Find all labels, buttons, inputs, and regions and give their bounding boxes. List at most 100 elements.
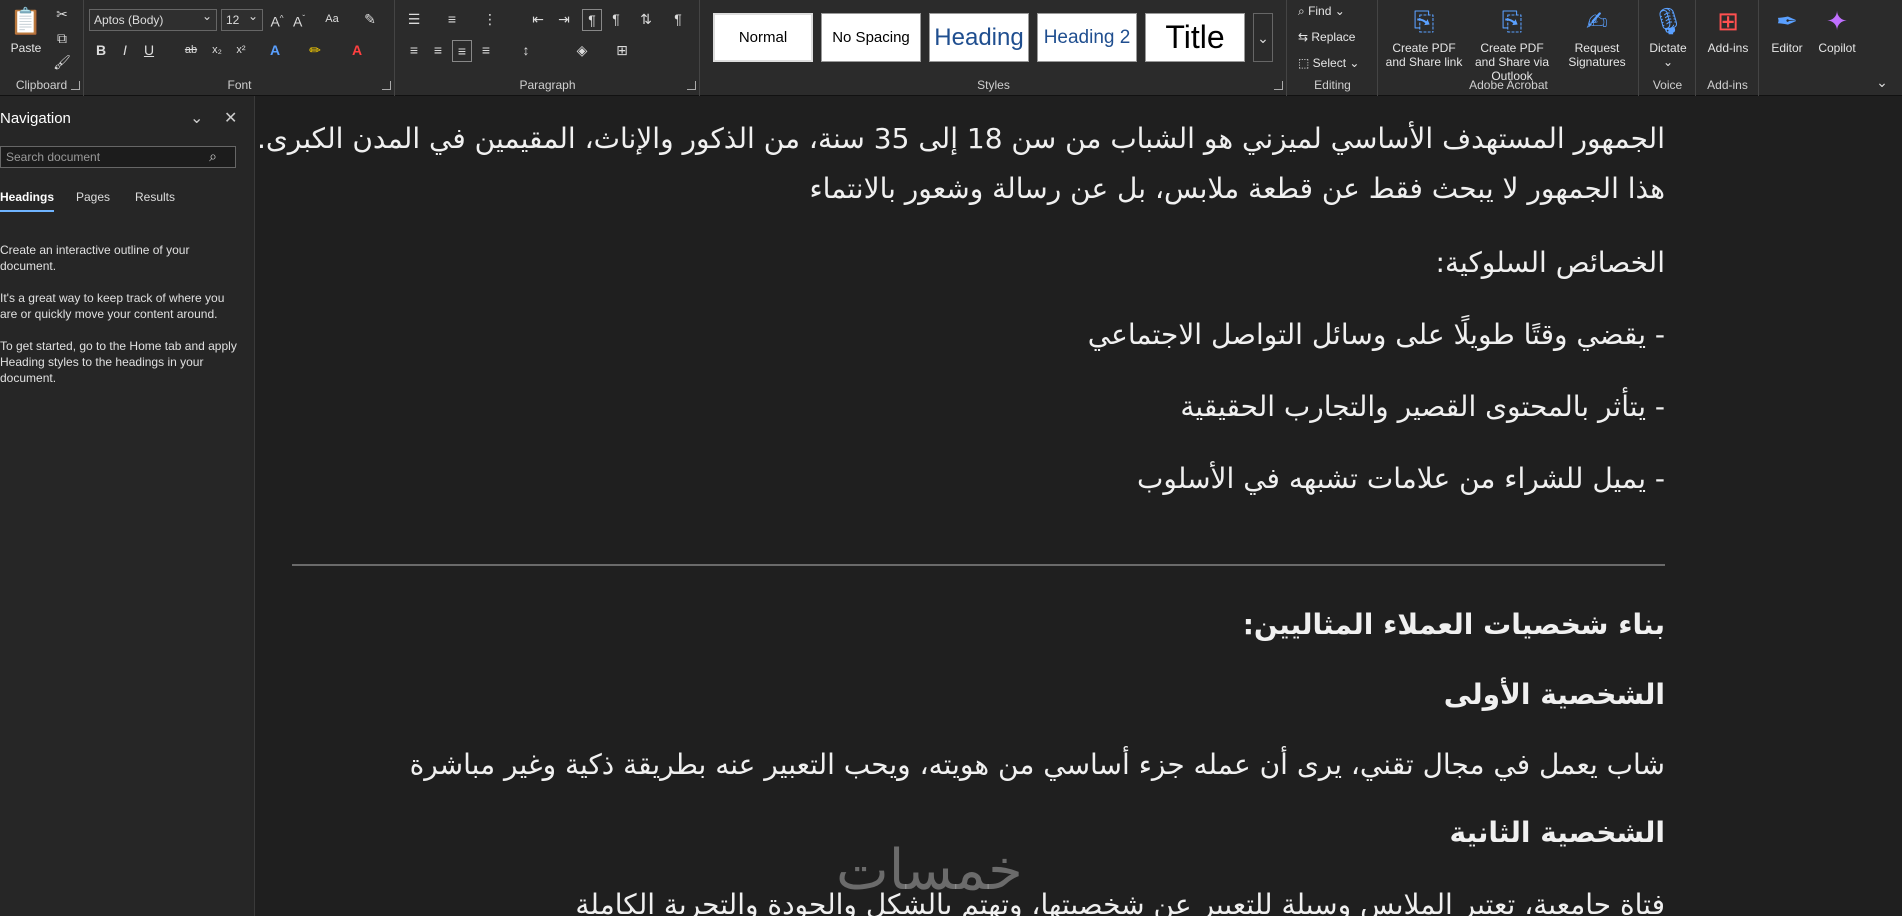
style-heading[interactable]: Heading bbox=[929, 13, 1029, 62]
paragraph-group: ☰ ≡ ⋮ ⇤ ⇥ ¶ ¶ ⇅ ¶ ≡ ≡ ≡ ≡ ↕ ◈ ⊞ Paragrap… bbox=[396, 0, 700, 96]
horizontal-rule bbox=[292, 564, 1665, 566]
body-paragraph: شاب يعمل في مجال تقني، يرى أن عمله جزء أ… bbox=[409, 748, 1665, 781]
body-paragraph: الجمهور المستهدف الأساسي لميزني هو الشبا… bbox=[256, 122, 1665, 155]
ltr-direction-icon[interactable]: ¶ bbox=[582, 9, 602, 31]
align-right-icon[interactable]: ≡ bbox=[452, 40, 472, 62]
shrink-font-icon[interactable]: Aˇ bbox=[289, 9, 309, 31]
font-launcher-icon[interactable] bbox=[382, 81, 391, 90]
find-icon: ⌕ bbox=[1298, 4, 1309, 18]
select-button[interactable]: ⬚ Select ⌄ bbox=[1298, 56, 1359, 70]
pdf-outlook-icon: ⎘ bbox=[1501, 6, 1523, 36]
ribbon-collapse-icon[interactable]: ⌄ bbox=[1872, 72, 1892, 94]
clipboard-launcher-icon[interactable] bbox=[71, 81, 80, 90]
numbering-icon[interactable]: ≡ bbox=[442, 9, 462, 31]
heading: الشخصية الثانية bbox=[1449, 816, 1665, 849]
change-case-button[interactable]: Aa bbox=[317, 9, 347, 31]
bullet-item: - يميل للشراء من علامات تشبهه في الأسلوب bbox=[1137, 462, 1665, 495]
decrease-indent-icon[interactable]: ⇤ bbox=[528, 9, 548, 31]
chevron-down-icon[interactable]: ⌄ bbox=[190, 108, 203, 128]
find-button[interactable]: ⌕ Find ⌄ bbox=[1298, 4, 1345, 19]
navigation-pane: Navigation ⌄ ✕ Search document ⌕ Heading… bbox=[0, 96, 255, 916]
tab-results[interactable]: Results bbox=[135, 190, 175, 204]
acrobat-group: ⎘ Create PDF and Share link ⎘ Create PDF a… bbox=[1379, 0, 1639, 96]
bullets-icon[interactable]: ☰ bbox=[404, 9, 424, 31]
format-painter-icon[interactable]: 🖌 bbox=[52, 52, 72, 74]
request-signatures-button[interactable]: ✍ Request Signatures bbox=[1559, 4, 1635, 69]
copilot-button[interactable]: ✦ Copilot bbox=[1812, 4, 1862, 55]
search-placeholder: Search document bbox=[6, 150, 101, 164]
styles-launcher-icon[interactable] bbox=[1274, 81, 1283, 90]
align-center-icon[interactable]: ≡ bbox=[428, 40, 448, 62]
cut-icon[interactable]: ✂ bbox=[52, 4, 72, 26]
copilot-icon: ✦ bbox=[1826, 6, 1848, 36]
bullet-item: - يقضي وقتًا طويلًا على وسائل التواصل ال… bbox=[1087, 318, 1665, 351]
increase-indent-icon[interactable]: ⇥ bbox=[554, 9, 574, 31]
shading-icon[interactable]: ◈ bbox=[572, 40, 592, 62]
font-color-button[interactable]: A bbox=[347, 40, 367, 62]
search-icon[interactable]: ⌕ bbox=[209, 148, 217, 165]
font-group: Aptos (Body) 12 A^ Aˇ Aa ✎ B I U ab x₂ x… bbox=[85, 0, 395, 96]
close-icon[interactable]: ✕ bbox=[224, 108, 237, 128]
paragraph-label: Paragraph bbox=[519, 78, 576, 92]
create-pdf-share-button[interactable]: ⎘ Create PDF and Share link bbox=[1383, 4, 1465, 69]
microphone-icon: 🎙 bbox=[1651, 6, 1685, 36]
select-icon: ⬚ bbox=[1298, 56, 1313, 70]
addins-label: Add-ins bbox=[1707, 78, 1748, 92]
justify-icon[interactable]: ≡ bbox=[476, 40, 496, 62]
clear-formatting-icon[interactable]: ✎ bbox=[360, 9, 380, 31]
style-title[interactable]: Title bbox=[1145, 13, 1245, 62]
search-input[interactable]: Search document ⌕ bbox=[0, 146, 236, 168]
borders-icon[interactable]: ⊞ bbox=[612, 40, 632, 62]
subscript-button[interactable]: x₂ bbox=[207, 40, 227, 62]
font-size-dropdown[interactable]: 12 bbox=[221, 9, 263, 31]
bullet-item: - يتأثر بالمحتوى القصير والتجارب الحقيقي… bbox=[1180, 390, 1665, 423]
sort-icon[interactable]: ⇅ bbox=[636, 9, 656, 31]
rtl-direction-icon[interactable]: ¶ bbox=[606, 9, 626, 31]
copy-icon[interactable]: ⧉ bbox=[52, 28, 72, 50]
multilevel-list-icon[interactable]: ⋮ bbox=[480, 9, 500, 31]
style-no-spacing[interactable]: No Spacing bbox=[821, 13, 921, 62]
signature-icon: ✍ bbox=[1586, 6, 1608, 36]
highlight-icon[interactable]: ✏ bbox=[305, 40, 325, 62]
paragraph-launcher-icon[interactable] bbox=[687, 81, 696, 90]
heading: بناء شخصيات العملاء المثاليين: bbox=[1242, 608, 1665, 641]
text-effects-icon[interactable]: A bbox=[265, 40, 285, 62]
bold-button[interactable]: B bbox=[91, 40, 111, 62]
clipboard-group: 📋 Paste ✂ ⧉ 🖌 Clipboard bbox=[0, 0, 84, 96]
addins-button[interactable]: ⊞ Add-ins bbox=[1701, 4, 1755, 55]
style-heading-2[interactable]: Heading 2 bbox=[1037, 13, 1137, 62]
nav-hint-3: To get started, go to the Home tab and a… bbox=[0, 339, 237, 385]
align-left-icon[interactable]: ≡ bbox=[404, 40, 424, 62]
nav-hint-2: It's a great way to keep track of where … bbox=[0, 291, 225, 321]
editor-button[interactable]: ✒ Editor bbox=[1764, 4, 1810, 55]
ribbon: 📋 Paste ✂ ⧉ 🖌 Clipboard Aptos (Body) 12 … bbox=[0, 0, 1902, 96]
addins-grid-icon: ⊞ bbox=[1717, 6, 1739, 36]
show-marks-icon[interactable]: ¶ bbox=[668, 9, 688, 31]
strikethrough-button[interactable]: ab bbox=[181, 40, 201, 62]
tab-headings[interactable]: Headings bbox=[0, 190, 55, 212]
tab-pages[interactable]: Pages bbox=[76, 190, 110, 204]
paste-button[interactable]: 📋 Paste bbox=[6, 4, 46, 55]
nav-hint-1: Create an interactive outline of your do… bbox=[0, 243, 190, 273]
watermark-logo: خمسات bbox=[836, 838, 1023, 903]
styles-more-icon[interactable]: ⌄ bbox=[1253, 13, 1273, 62]
italic-button[interactable]: I bbox=[115, 40, 135, 62]
vertical-scrollbar[interactable] bbox=[1888, 96, 1902, 916]
replace-button[interactable]: ⇆ Replace bbox=[1298, 30, 1355, 44]
editor-pen-icon: ✒ bbox=[1776, 6, 1798, 36]
underline-button[interactable]: U bbox=[139, 40, 159, 62]
document-canvas[interactable]: الجمهور المستهدف الأساسي لميزني هو الشبا… bbox=[256, 96, 1902, 916]
voice-group: 🎙 Dictate ⌄ Voice bbox=[1640, 0, 1696, 96]
body-paragraph: الخصائص السلوكية: bbox=[1435, 246, 1665, 279]
body-paragraph: هذا الجمهور لا يبحث فقط عن قطعة ملابس، ب… bbox=[809, 172, 1665, 205]
line-spacing-icon[interactable]: ↕ bbox=[516, 40, 536, 62]
dictate-button[interactable]: 🎙 Dictate ⌄ bbox=[1644, 4, 1692, 69]
font-name-dropdown[interactable]: Aptos (Body) bbox=[89, 9, 217, 31]
style-normal[interactable]: Normal bbox=[713, 13, 813, 62]
superscript-button[interactable]: x² bbox=[231, 40, 251, 62]
styles-label: Styles bbox=[977, 78, 1010, 92]
grow-font-icon[interactable]: A^ bbox=[267, 9, 287, 31]
acrobat-label: Adobe Acrobat bbox=[1469, 78, 1548, 92]
font-label: Font bbox=[227, 78, 252, 92]
create-pdf-outlook-button[interactable]: ⎘ Create PDF and Share via Outlook bbox=[1469, 4, 1555, 83]
